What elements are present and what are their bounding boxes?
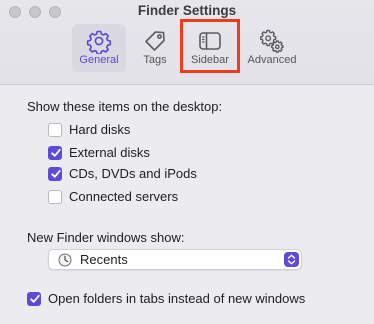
cds-dvds-ipods-checkbox[interactable] [48, 167, 62, 181]
cds-dvds-ipods-label: CDs, DVDs and iPods [69, 166, 197, 181]
tab-general[interactable]: General [72, 24, 126, 72]
sidebar-icon [199, 32, 221, 50]
checkmark-icon [30, 294, 40, 303]
open-in-tabs-checkbox[interactable] [27, 292, 41, 306]
desktop-items-heading: Show these items on the desktop: [27, 99, 223, 114]
popup-stepper[interactable] [284, 252, 299, 267]
hard-disks-label: Hard disks [69, 122, 131, 137]
open-in-tabs-label: Open folders in tabs instead of new wind… [48, 291, 306, 306]
tab-advanced[interactable]: Advanced [240, 24, 304, 72]
checkmark-icon [51, 148, 61, 157]
hard-disks-checkbox[interactable] [48, 123, 62, 137]
tab-sidebar[interactable]: Sidebar [183, 24, 237, 72]
checkmark-icon [51, 169, 61, 178]
connected-servers-label: Connected servers [69, 189, 179, 204]
tag-icon [145, 31, 165, 51]
new-windows-value: Recents [80, 252, 128, 267]
external-disks-label: External disks [69, 145, 150, 160]
tab-tags[interactable]: Tags [128, 24, 182, 72]
clock-icon [58, 253, 72, 267]
gears-icon [260, 29, 284, 53]
toolbar: Finder Settings General Tags Sidebar Adv… [0, 0, 374, 85]
finder-settings-window: Finder Settings General Tags Sidebar Adv… [0, 0, 374, 324]
tab-general-label: General [79, 54, 119, 66]
window-title: Finder Settings [137, 3, 237, 18]
new-windows-heading: New Finder windows show: [27, 230, 185, 245]
chevron-up-down-icon [287, 254, 296, 265]
new-windows-popup[interactable]: Recents [48, 249, 302, 270]
gear-icon [86, 30, 112, 54]
connected-servers-checkbox[interactable] [48, 190, 62, 204]
tab-sidebar-label: Sidebar [191, 54, 229, 66]
tab-tags-label: Tags [143, 54, 167, 66]
tab-advanced-label: Advanced [247, 54, 297, 66]
external-disks-checkbox[interactable] [48, 146, 62, 160]
